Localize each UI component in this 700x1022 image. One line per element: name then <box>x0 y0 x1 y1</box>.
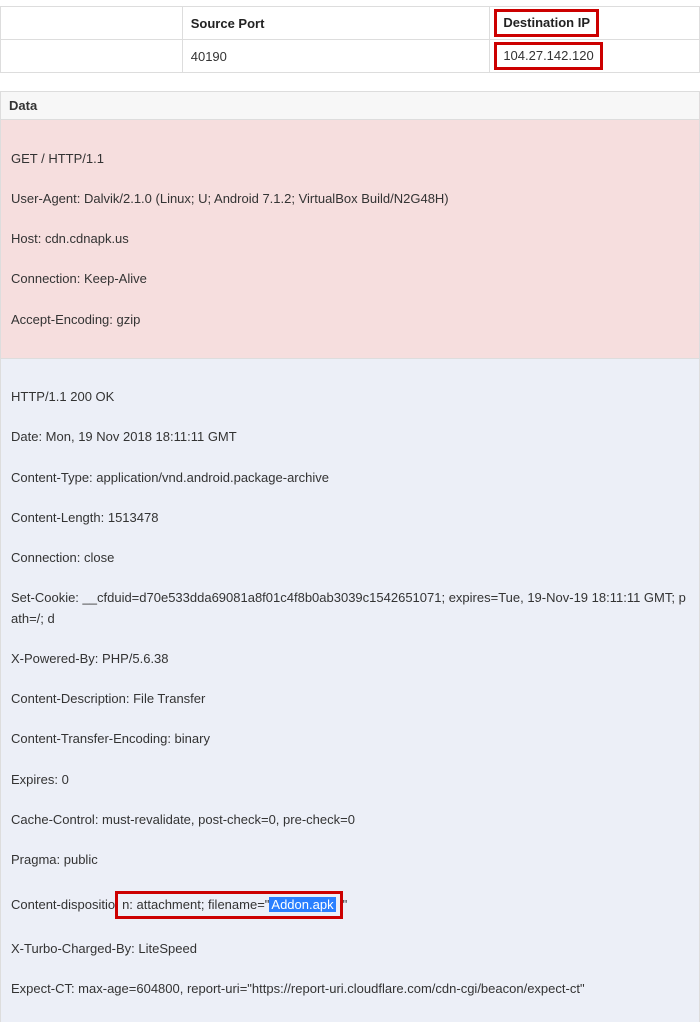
response-line: Date: Mon, 19 Nov 2018 18:11:11 GMT <box>11 427 689 447</box>
filename-highlight: n: attachment; filename="Addon.apk <box>115 891 343 919</box>
response-line: X-Powered-By: PHP/5.6.38 <box>11 649 689 669</box>
response-line: Set-Cookie: __cfduid=d70e533dda69081a8f0… <box>11 588 689 628</box>
response-line: X-Turbo-Charged-By: LiteSpeed <box>11 939 689 959</box>
col-dest-ip-highlight: Destination IP <box>494 9 599 37</box>
data-header: Data <box>0 91 700 120</box>
col-source-port: Source Port <box>182 7 490 40</box>
response-line: Expect-CT: max-age=604800, report-uri="h… <box>11 979 689 999</box>
request-line: User-Agent: Dalvik/2.1.0 (Linux; U; Andr… <box>11 189 689 209</box>
source-port-value: 40190 <box>182 40 490 73</box>
filename-selected[interactable]: Addon.apk <box>269 897 335 912</box>
response-line: Content-Type: application/vnd.android.pa… <box>11 468 689 488</box>
http-request-block: GET / HTTP/1.1 User-Agent: Dalvik/2.1.0 … <box>0 120 700 359</box>
response-line: Cache-Control: must-revalidate, post-che… <box>11 810 689 830</box>
request-line: Connection: Keep-Alive <box>11 269 689 289</box>
request-line: Host: cdn.cdnapk.us <box>11 229 689 249</box>
response-line: Pragma: public <box>11 850 689 870</box>
response-line: Server: cloudflare <box>11 1019 689 1022</box>
col-dest-ip: Destination IP <box>503 15 590 30</box>
response-line: Expires: 0 <box>11 770 689 790</box>
dest-ip-value: 104.27.142.120 <box>503 48 593 63</box>
content-disposition-line: Content-disposition: attachment; filenam… <box>11 891 689 919</box>
response-line: Content-Transfer-Encoding: binary <box>11 729 689 749</box>
header-table: Source Port Destination IP 40190 104.27.… <box>0 6 700 73</box>
response-line: Connection: close <box>11 548 689 568</box>
dest-ip-highlight: 104.27.142.120 <box>494 42 602 70</box>
response-line: HTTP/1.1 200 OK <box>11 387 689 407</box>
http-response-block: HTTP/1.1 200 OK Date: Mon, 19 Nov 2018 1… <box>0 359 700 1022</box>
request-line: GET / HTTP/1.1 <box>11 149 689 169</box>
response-line: Content-Description: File Transfer <box>11 689 689 709</box>
request-line: Accept-Encoding: gzip <box>11 310 689 330</box>
